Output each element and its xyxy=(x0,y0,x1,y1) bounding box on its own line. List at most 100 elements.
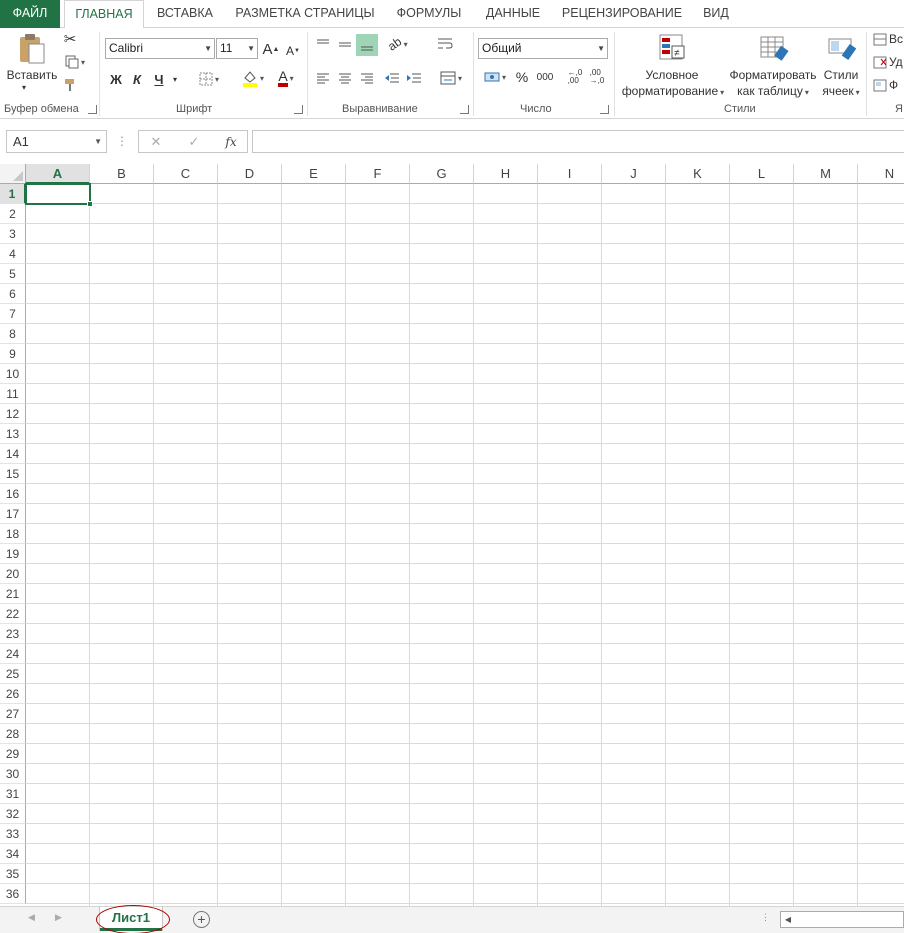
active-cell[interactable] xyxy=(25,183,93,207)
font-launcher-icon[interactable] xyxy=(294,105,303,114)
tab-page-layout[interactable]: РАЗМЕТКА СТРАНИЦЫ xyxy=(230,0,380,28)
column-header[interactable]: D xyxy=(218,164,282,184)
format-as-table-icon[interactable] xyxy=(757,32,791,64)
row-header[interactable]: 24 xyxy=(0,644,26,664)
add-sheet-icon[interactable]: + xyxy=(193,911,210,928)
cell-styles-icon[interactable] xyxy=(825,32,859,64)
row-header[interactable]: 22 xyxy=(0,604,26,624)
row-header[interactable]: 6 xyxy=(0,284,26,304)
percent-button[interactable]: % xyxy=(514,68,530,86)
row-header[interactable]: 14 xyxy=(0,444,26,464)
column-header[interactable]: L xyxy=(730,164,794,184)
italic-button[interactable]: К xyxy=(130,70,144,88)
cell-styles-button-line2[interactable]: ячеек ▾ xyxy=(818,84,864,98)
merge-center-icon[interactable]: ▾ xyxy=(436,70,466,86)
column-header[interactable]: A xyxy=(26,164,90,184)
alignment-launcher-icon[interactable] xyxy=(460,105,469,114)
row-header[interactable]: 9 xyxy=(0,344,26,364)
scroll-sheets-left-icon[interactable]: ◀ xyxy=(28,912,35,923)
cancel-icon[interactable]: ✕ xyxy=(147,134,165,150)
tab-data[interactable]: ДАННЫЕ xyxy=(478,0,548,28)
row-header[interactable]: 7 xyxy=(0,304,26,324)
delete-cells-button[interactable]: Уд xyxy=(873,54,904,70)
row-header[interactable]: 3 xyxy=(0,224,26,244)
fill-handle[interactable] xyxy=(87,201,93,207)
column-header[interactable]: K xyxy=(666,164,730,184)
chevron-down-icon[interactable]: ▾ xyxy=(170,72,180,86)
conditional-formatting-button[interactable]: Условное xyxy=(622,68,722,82)
tab-review[interactable]: РЕЦЕНЗИРОВАНИЕ xyxy=(556,0,688,28)
conditional-formatting-button-line2[interactable]: форматирование ▾ xyxy=(618,84,728,98)
paste-button[interactable]: Вставить xyxy=(6,68,58,82)
font-color-icon[interactable]: A ▾ xyxy=(271,68,301,88)
enter-icon[interactable]: ✓ xyxy=(185,134,203,150)
formula-input[interactable] xyxy=(252,130,904,153)
tab-file[interactable]: ФАЙЛ xyxy=(0,0,60,28)
fill-color-icon[interactable]: ▾ xyxy=(238,68,268,88)
row-header[interactable]: 10 xyxy=(0,364,26,384)
grow-font-icon[interactable]: A ▲ xyxy=(263,39,280,59)
row-header[interactable]: 32 xyxy=(0,804,26,824)
row-header[interactable]: 34 xyxy=(0,844,26,864)
format-as-table-button-line2[interactable]: как таблицу ▾ xyxy=(733,84,813,98)
paste-dropdown-arrow[interactable]: ▾ xyxy=(22,83,26,92)
tab-view[interactable]: ВИД xyxy=(696,0,736,28)
row-header[interactable]: 11 xyxy=(0,384,26,404)
cell-styles-button[interactable]: Стили xyxy=(820,68,862,82)
name-box[interactable]: A1 ▼ xyxy=(6,130,107,153)
underline-button[interactable]: Ч xyxy=(152,70,166,88)
decrease-decimal-icon[interactable]: ,00 →,0 xyxy=(588,68,606,86)
select-all-button[interactable] xyxy=(0,164,26,184)
increase-decimal-icon[interactable]: ←,0,00 xyxy=(566,68,584,86)
row-header[interactable]: 8 xyxy=(0,324,26,344)
align-left-icon[interactable] xyxy=(314,70,332,86)
bold-button[interactable]: Ж xyxy=(108,70,124,88)
column-header[interactable]: H xyxy=(474,164,538,184)
insert-function-icon[interactable]: fx xyxy=(221,134,241,150)
row-header[interactable]: 25 xyxy=(0,664,26,684)
row-header[interactable]: 36 xyxy=(0,884,26,904)
row-header[interactable]: 19 xyxy=(0,544,26,564)
format-cells-button[interactable]: Ф xyxy=(873,77,904,93)
row-header[interactable]: 33 xyxy=(0,824,26,844)
align-middle-icon[interactable] xyxy=(336,36,354,52)
row-header[interactable]: 27 xyxy=(0,704,26,724)
column-header[interactable]: M xyxy=(794,164,858,184)
format-as-table-button[interactable]: Форматировать xyxy=(728,68,818,82)
row-header[interactable]: 2 xyxy=(0,204,26,224)
row-header[interactable]: 18 xyxy=(0,524,26,544)
align-center-icon[interactable] xyxy=(336,70,354,86)
column-header[interactable]: J xyxy=(602,164,666,184)
font-name-select[interactable]: Calibri ▼ xyxy=(105,38,215,59)
row-header[interactable]: 21 xyxy=(0,584,26,604)
row-header[interactable]: 30 xyxy=(0,764,26,784)
tab-insert[interactable]: ВСТАВКА xyxy=(148,0,222,28)
clipboard-launcher-icon[interactable] xyxy=(88,105,97,114)
column-header[interactable]: G xyxy=(410,164,474,184)
column-header[interactable]: B xyxy=(90,164,154,184)
row-header[interactable]: 31 xyxy=(0,784,26,804)
wrap-text-icon[interactable] xyxy=(436,36,454,52)
column-header[interactable]: N xyxy=(858,164,904,184)
tab-formulas[interactable]: ФОРМУЛЫ xyxy=(388,0,470,28)
copy-icon[interactable]: ▾ xyxy=(62,54,88,70)
split-handle-icon[interactable]: ⋮ xyxy=(761,912,770,923)
row-header[interactable]: 13 xyxy=(0,424,26,444)
row-header[interactable]: 20 xyxy=(0,564,26,584)
row-header[interactable]: 26 xyxy=(0,684,26,704)
tab-home[interactable]: ГЛАВНАЯ xyxy=(64,0,144,29)
accounting-format-icon[interactable]: ▾ xyxy=(480,68,510,86)
insert-cells-button[interactable]: Вс xyxy=(873,31,904,47)
decrease-indent-icon[interactable] xyxy=(383,70,401,86)
format-painter-icon[interactable] xyxy=(62,76,78,92)
column-header[interactable]: F xyxy=(346,164,410,184)
column-header[interactable]: I xyxy=(538,164,602,184)
increase-indent-icon[interactable] xyxy=(405,70,423,86)
row-header[interactable]: 23 xyxy=(0,624,26,644)
horizontal-scrollbar[interactable]: ◀ xyxy=(780,911,904,928)
row-header[interactable]: 29 xyxy=(0,744,26,764)
number-launcher-icon[interactable] xyxy=(600,105,609,114)
scroll-sheets-right-icon[interactable]: ▶ xyxy=(55,912,62,923)
row-header[interactable]: 5 xyxy=(0,264,26,284)
column-header[interactable]: C xyxy=(154,164,218,184)
